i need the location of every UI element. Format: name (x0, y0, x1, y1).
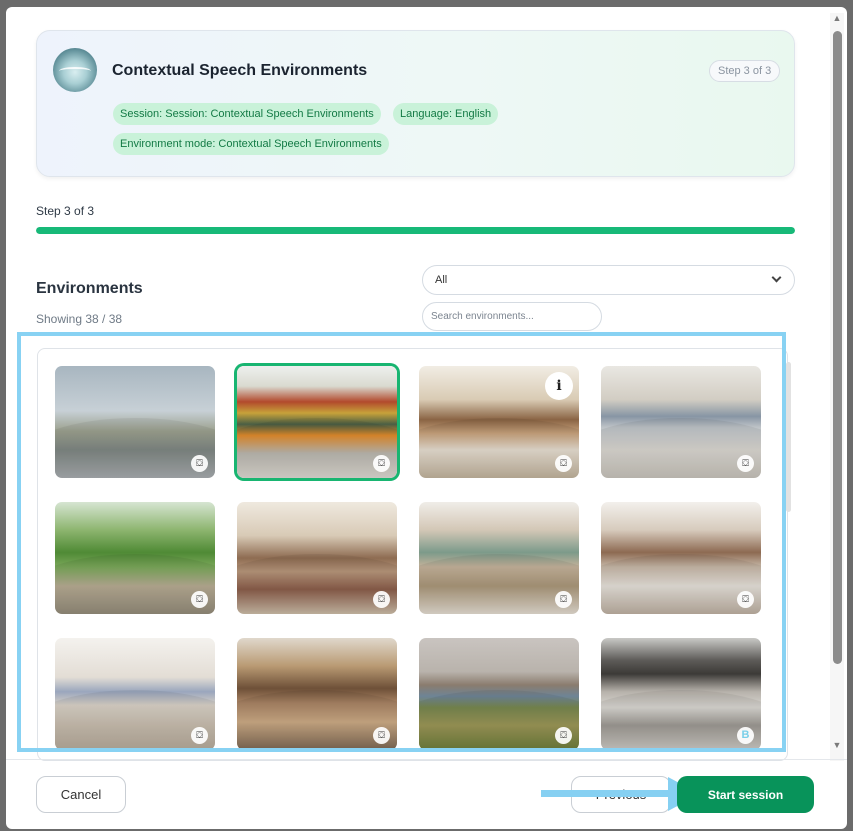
modal-scroll-thumb[interactable] (833, 31, 842, 664)
environment-tile-reception-desk[interactable]: ⛋ i (419, 366, 579, 478)
environment-tile-bus-stop[interactable]: ⛋ (55, 366, 215, 478)
step-indicator-pill: Step 3 of 3 (709, 60, 781, 82)
session-tag: Session: Session: Contextual Speech Envi… (113, 103, 381, 125)
environment-tile-grocery-store[interactable]: ⛋ (237, 366, 397, 478)
panorama-icon: ⛋ (737, 591, 754, 608)
progress-bar (36, 227, 795, 234)
page-title: Contextual Speech Environments (112, 62, 368, 79)
panorama-icon: ⛋ (737, 455, 754, 472)
panorama-icon: ⛋ (373, 455, 390, 472)
session-setup-modal: ▲ ▼ Contextual Speech Environments Step … (6, 7, 847, 829)
b-badge-icon: B (737, 727, 754, 744)
cancel-button[interactable]: Cancel (36, 776, 126, 813)
environment-tile-kitchen[interactable]: ⛋ (601, 502, 761, 614)
scroll-down-icon[interactable]: ▼ (832, 740, 842, 750)
progress-label: Step 3 of 3 (36, 204, 95, 218)
environment-filter-select[interactable]: All (422, 265, 795, 295)
footer-divider (6, 759, 847, 760)
panorama-icon: ⛋ (555, 591, 572, 608)
language-tag: Language: English (393, 103, 499, 125)
chevron-down-icon (771, 272, 782, 283)
progress-bar-fill (36, 227, 795, 234)
environment-tile-living-room[interactable]: ⛋ (237, 502, 397, 614)
environment-tile-park-path[interactable]: ⛋ (55, 502, 215, 614)
environment-avatar (53, 48, 97, 92)
start-session-button[interactable]: Start session (677, 776, 814, 813)
environment-tile-street-fire[interactable]: B (601, 638, 761, 750)
info-icon[interactable]: i (545, 372, 573, 400)
environment-grid: ⛋ ⛋ ⛋ i ⛋ ⛋ ⛋ ⛋ ⛋ ⛋ ⛋ ⛋ B (37, 348, 788, 761)
filter-selected-value: All (435, 274, 448, 286)
environments-heading: Environments (36, 280, 143, 297)
environments-count: Showing 38 / 38 (36, 312, 123, 326)
panorama-icon: ⛋ (191, 591, 208, 608)
environment-mode-tag: Environment mode: Contextual Speech Envi… (113, 133, 389, 155)
environment-tile-airport-terminal[interactable]: ⛋ (601, 366, 761, 478)
session-summary-card: Contextual Speech Environments Step 3 of… (36, 30, 795, 177)
panorama-icon: ⛋ (191, 455, 208, 472)
environment-tile-cafe-counter[interactable]: ⛋ (237, 638, 397, 750)
scroll-up-icon[interactable]: ▲ (832, 13, 842, 23)
panorama-icon: ⛋ (555, 727, 572, 744)
panorama-icon: ⛋ (555, 455, 572, 472)
environment-tile-mountain-lake[interactable]: ⛋ (419, 638, 579, 750)
panorama-icon: ⛋ (373, 727, 390, 744)
environment-tile-pharmacy[interactable]: ⛋ (419, 502, 579, 614)
environment-tile-empty-office[interactable]: ⛋ (55, 638, 215, 750)
search-environments-input[interactable] (422, 302, 602, 331)
panorama-icon: ⛋ (373, 591, 390, 608)
annotation-arrow (541, 790, 671, 797)
panorama-icon: ⛋ (191, 727, 208, 744)
grid-scrollbar[interactable] (786, 362, 791, 512)
